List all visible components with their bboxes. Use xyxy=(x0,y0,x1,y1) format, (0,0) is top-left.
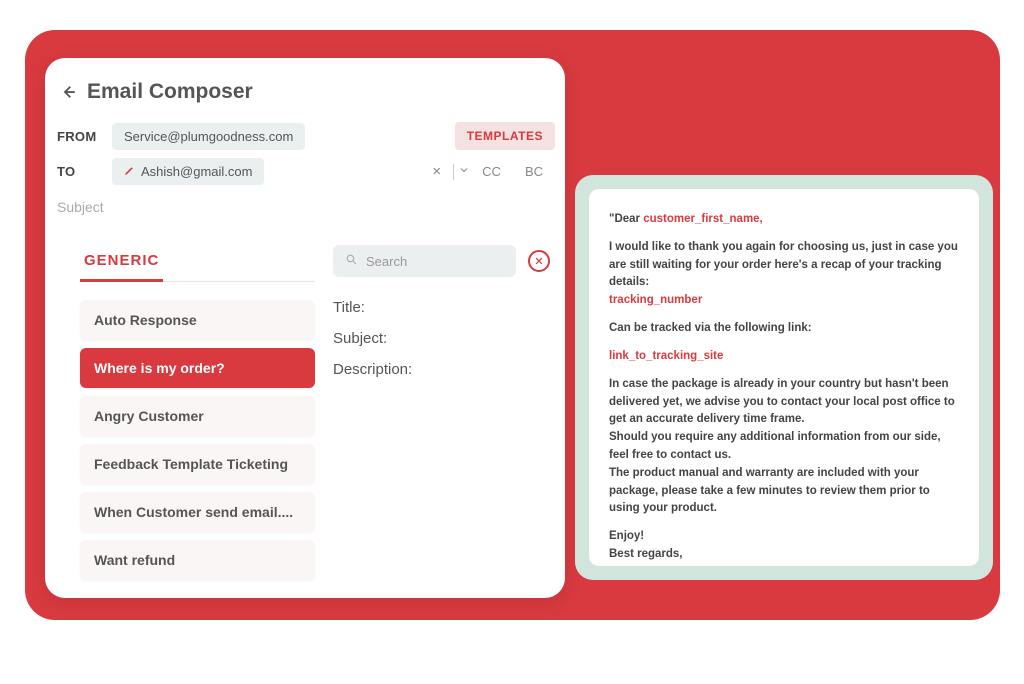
to-value-pill[interactable]: Ashish@gmail.com xyxy=(112,158,264,185)
detail-subject-label: Subject: xyxy=(333,330,550,347)
tab-generic[interactable]: GENERIC xyxy=(80,242,163,282)
template-detail-panel: Search Title: Subject: Description: xyxy=(325,241,550,580)
template-item-where-is-my-order[interactable]: Where is my order? xyxy=(80,348,315,388)
close-icon[interactable] xyxy=(528,250,550,272)
from-value: Service@plumgoodness.com xyxy=(124,129,293,144)
to-row: TO Ashish@gmail.com × CC BC xyxy=(55,158,555,185)
email-composer-panel: Email Composer FROM Service@plumgoodness… xyxy=(45,58,565,598)
composer-header: Email Composer xyxy=(55,80,555,104)
var-tracking-link: link_to_tracking_site xyxy=(609,348,959,366)
bc-button[interactable]: BC xyxy=(513,164,555,179)
search-row: Search xyxy=(333,241,550,277)
template-item-feedback[interactable]: Feedback Template Ticketing xyxy=(80,444,315,484)
tabs-spacer xyxy=(163,241,315,282)
template-list-panel: GENERIC Auto Response Where is my order?… xyxy=(80,241,325,580)
email-preview-panel: "Dear customer_first_name, I would like … xyxy=(575,175,993,580)
var-link: link_to_tracking_site xyxy=(609,350,723,362)
search-icon xyxy=(345,253,358,269)
var-tracking-number: tracking_number xyxy=(609,294,702,306)
chevron-down-icon[interactable] xyxy=(458,163,470,181)
p3b-text: Should you require any additional inform… xyxy=(609,431,941,461)
var-customer-name: customer_first_name, xyxy=(643,213,763,225)
p1-text: I would like to thank you again for choo… xyxy=(609,241,958,289)
preview-signoff: Enjoy! Best regards, your_representative… xyxy=(609,528,959,566)
preview-greeting: "Dear customer_first_name, xyxy=(609,211,959,229)
p3c-text: The product manual and warranty are incl… xyxy=(609,467,930,515)
templates-button[interactable]: TEMPLATES xyxy=(455,122,555,150)
to-value: Ashish@gmail.com xyxy=(141,164,252,179)
preview-p3: In case the package is already in your c… xyxy=(609,376,959,519)
template-item-customer-email[interactable]: When Customer send email.... xyxy=(80,492,315,532)
from-label: FROM xyxy=(57,129,112,144)
preview-p2: Can be tracked via the following link: xyxy=(609,320,959,338)
enjoy-text: Enjoy! xyxy=(609,530,644,542)
greeting-prefix: "Dear xyxy=(609,213,643,225)
from-value-pill[interactable]: Service@plumgoodness.com xyxy=(112,123,305,150)
to-label: TO xyxy=(57,164,112,179)
cc-button[interactable]: CC xyxy=(470,164,513,179)
template-picker: GENERIC Auto Response Where is my order?… xyxy=(80,241,550,580)
detail-description-label: Description: xyxy=(333,361,550,378)
clear-to-icon[interactable]: × xyxy=(424,163,449,180)
from-row: FROM Service@plumgoodness.com TEMPLATES xyxy=(55,122,555,150)
p3a-text: In case the package is already in your c… xyxy=(609,378,955,426)
pencil-icon xyxy=(124,164,135,179)
template-list: Auto Response Where is my order? Angry C… xyxy=(80,300,315,580)
page-title: Email Composer xyxy=(87,80,253,104)
picker-tabs: GENERIC xyxy=(80,241,315,282)
search-input[interactable]: Search xyxy=(333,245,516,277)
subject-input[interactable]: Subject xyxy=(55,193,555,221)
regards-text: Best regards, xyxy=(609,548,683,560)
detail-title-label: Title: xyxy=(333,299,550,316)
template-item-angry-customer[interactable]: Angry Customer xyxy=(80,396,315,436)
email-preview-content: "Dear customer_first_name, I would like … xyxy=(589,189,979,566)
search-placeholder: Search xyxy=(366,254,407,269)
template-item-want-refund[interactable]: Want refund xyxy=(80,540,315,580)
back-arrow-icon[interactable] xyxy=(57,81,79,103)
divider xyxy=(453,164,454,180)
template-item-auto-response[interactable]: Auto Response xyxy=(80,300,315,340)
preview-p1: I would like to thank you again for choo… xyxy=(609,239,959,310)
